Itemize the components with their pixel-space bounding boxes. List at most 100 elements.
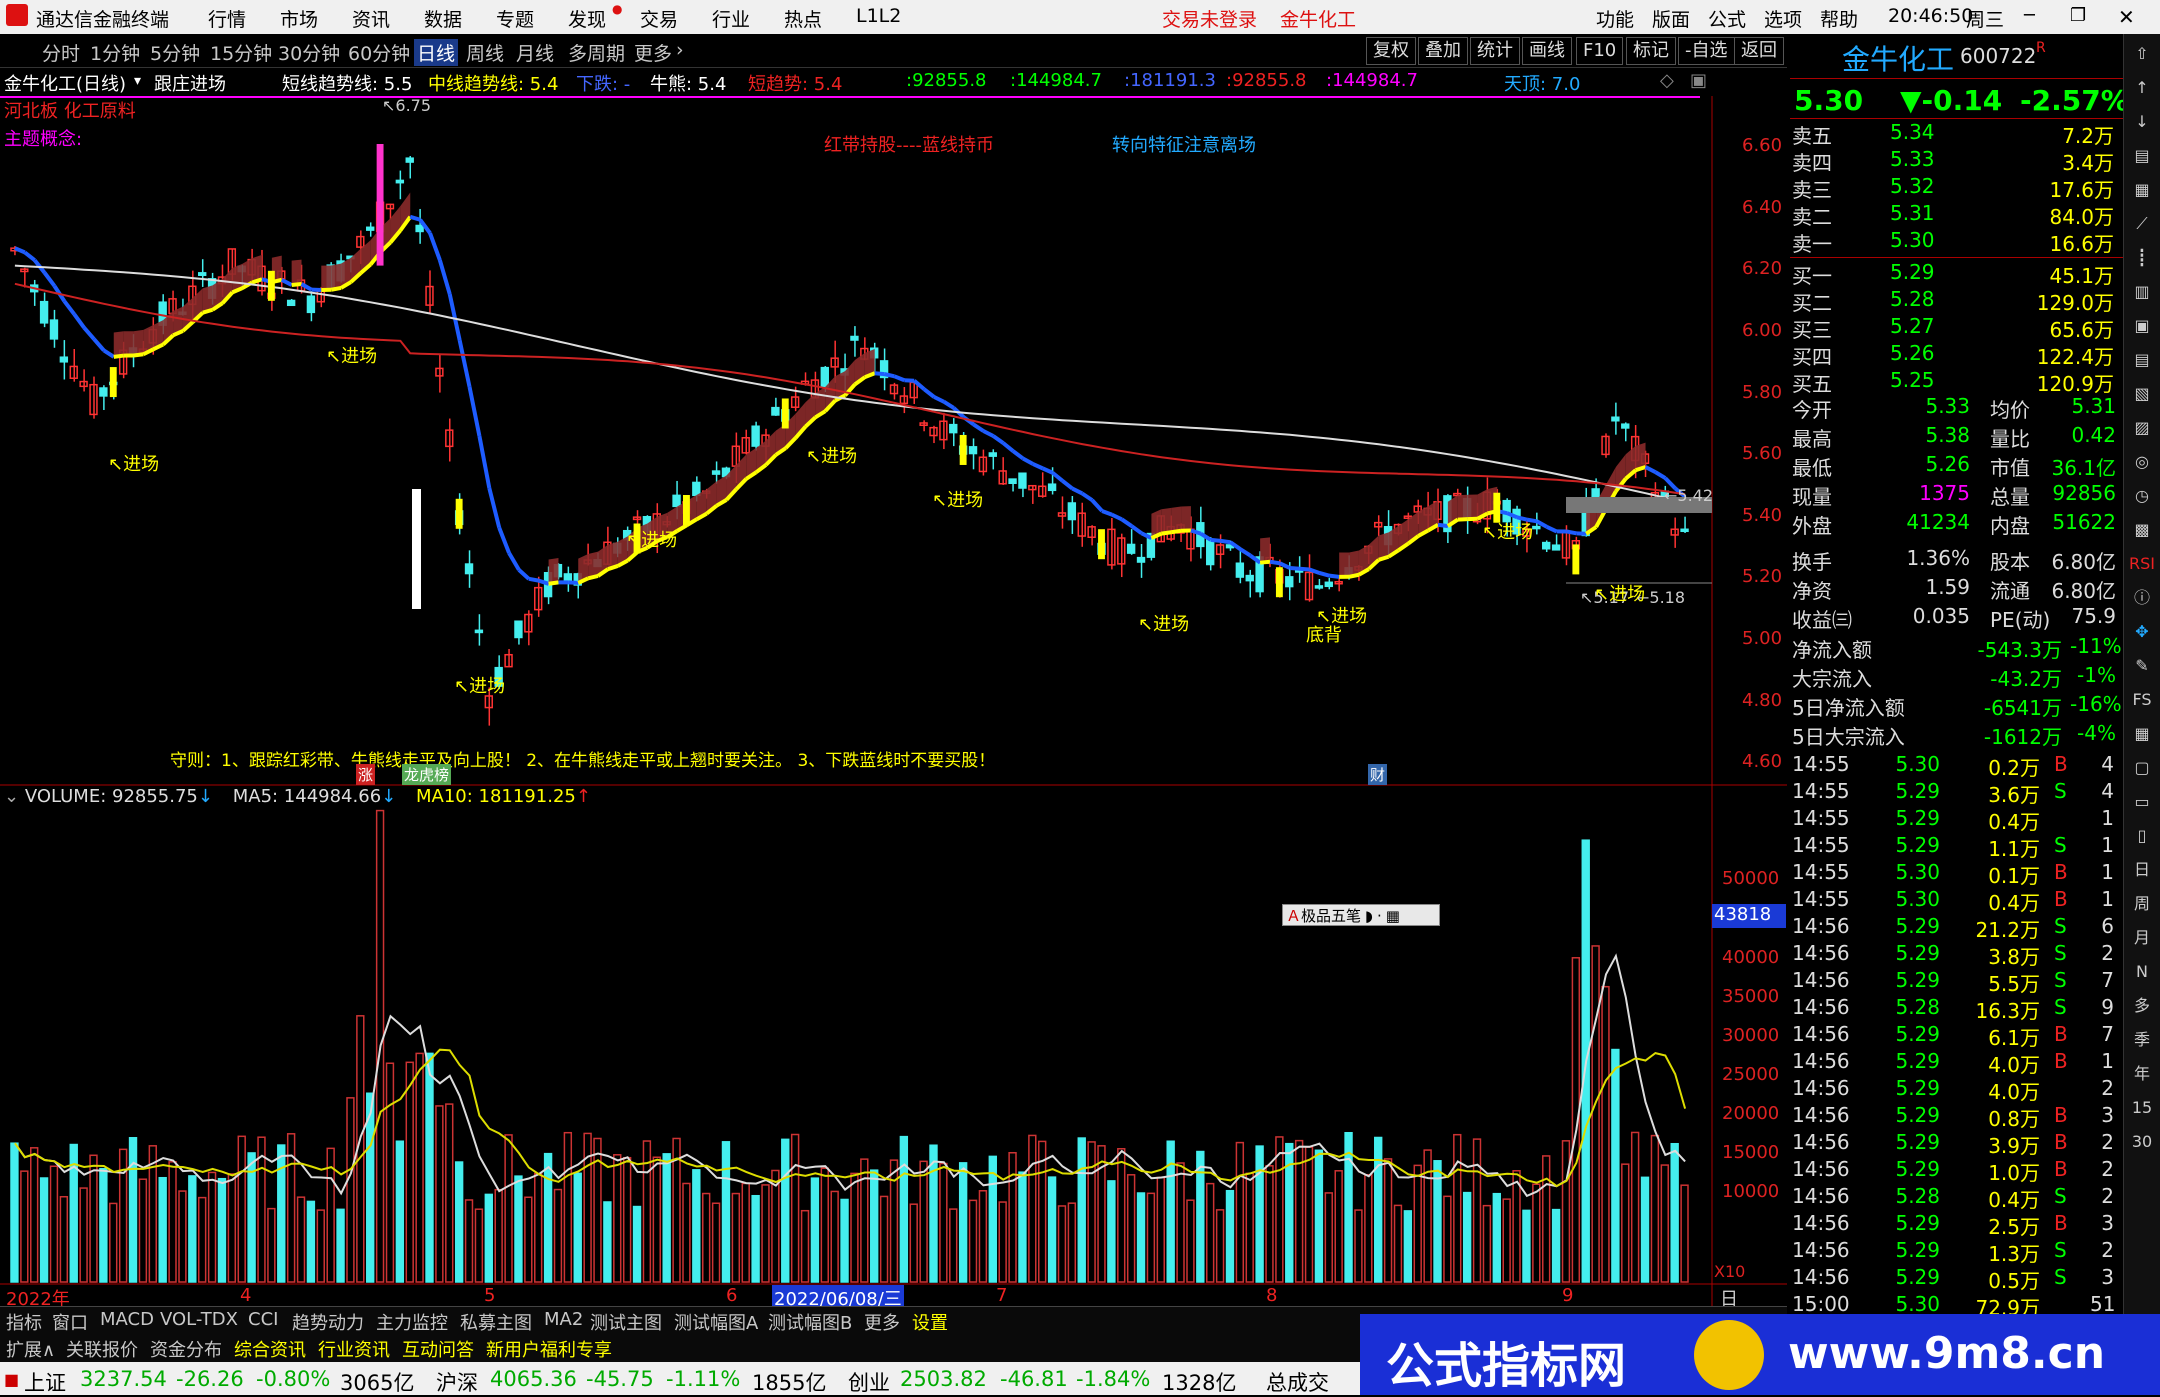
menu-gongneng[interactable]: 功能 <box>1596 5 1634 32</box>
biaoji-button[interactable]: 标记 <box>1626 37 1676 65</box>
tab-chuangkou[interactable]: 窗口 <box>52 1309 88 1335</box>
fanhui-button[interactable]: 返回 <box>1734 37 1784 65</box>
money-icon[interactable]: ◎ <box>2128 448 2156 476</box>
tab-trend-power[interactable]: 趋势动力 <box>292 1309 364 1335</box>
zhang-tag[interactable]: 涨 <box>356 764 375 785</box>
chart-icon[interactable]: ⟋ <box>2128 210 2156 238</box>
menu-gongshi[interactable]: 公式 <box>1708 5 1746 32</box>
minimize-icon[interactable]: ─ <box>2024 5 2035 26</box>
huaxian-button[interactable]: 画线 <box>1522 37 1572 65</box>
tab-cci[interactable]: CCI <box>248 1309 278 1330</box>
chevron-right-icon[interactable]: › <box>676 39 684 61</box>
menu-hangye[interactable]: 行业 <box>712 5 750 32</box>
tab-test-sub-b[interactable]: 测试幅图B <box>768 1309 852 1335</box>
layout-icon[interactable]: ▦ <box>2128 720 2156 748</box>
period-day[interactable]: 日 <box>2128 856 2156 884</box>
fuquan-button[interactable]: 复权 <box>1366 37 1416 65</box>
doc-icon[interactable]: ▤ <box>2128 346 2156 374</box>
data-icon[interactable]: ▨ <box>2128 414 2156 442</box>
menu-shuju[interactable]: 数据 <box>424 5 462 32</box>
menu-hangqing[interactable]: 行情 <box>208 5 246 32</box>
grid-icon[interactable]: ▦ <box>2128 176 2156 204</box>
tab-more[interactable]: 更多 <box>864 1309 900 1335</box>
close-box-icon[interactable]: ▣ <box>1690 70 1707 91</box>
cai-tag[interactable]: 财 <box>1368 764 1387 785</box>
tab-industry-news[interactable]: 行业资讯 <box>318 1336 390 1362</box>
tab-private-chart[interactable]: 私募主图 <box>460 1309 532 1335</box>
menu-jiaoyi[interactable]: 交易 <box>640 5 678 32</box>
period-n[interactable]: N <box>2128 958 2156 986</box>
period-daily[interactable]: 日线 <box>414 39 458 66</box>
tab-macd[interactable]: MACD <box>100 1309 154 1330</box>
kline-icon[interactable]: ┋ <box>2128 244 2156 272</box>
tab-zhibiao[interactable]: 指标 <box>6 1309 42 1335</box>
calc-icon[interactable]: ▩ <box>2128 516 2156 544</box>
tab-new-user[interactable]: 新用户福利专享 <box>486 1336 612 1362</box>
period-60min[interactable]: 60分钟 <box>348 39 410 66</box>
zixuan-button[interactable]: -自选 <box>1678 37 1735 65</box>
tab-ma2[interactable]: MA2 <box>544 1309 583 1330</box>
formula-name[interactable]: 跟庄进场 <box>154 70 226 96</box>
longhu-tag[interactable]: 龙虎榜 <box>402 764 451 785</box>
move-icon[interactable]: ✥ <box>2128 618 2156 646</box>
fin-icon[interactable]: ▣ <box>2128 312 2156 340</box>
diejia-button[interactable]: 叠加 <box>1418 37 1468 65</box>
pen-icon[interactable]: ✎ <box>2128 652 2156 680</box>
tab-settings[interactable]: 设置 <box>912 1309 948 1335</box>
period-15min[interactable]: 15分钟 <box>210 39 272 66</box>
tab-expand[interactable]: 扩展∧ <box>6 1336 55 1362</box>
period-monthly[interactable]: 月线 <box>516 39 554 66</box>
menu-xuanxiang[interactable]: 选项 <box>1764 5 1802 32</box>
side-icon[interactable]: ▯ <box>2128 822 2156 850</box>
tab-news[interactable]: 综合资讯 <box>234 1336 306 1362</box>
down-icon[interactable]: ↓ <box>2128 108 2156 136</box>
period-more[interactable]: 更多 <box>634 39 672 66</box>
fs-icon[interactable]: FS <box>2128 686 2156 714</box>
period-15[interactable]: 15 <box>2128 1094 2156 1122</box>
f10-button[interactable]: F10 <box>1576 37 1623 65</box>
up-icon[interactable]: ↑ <box>2128 74 2156 102</box>
tab-main-monitor[interactable]: 主力监控 <box>376 1309 448 1335</box>
menu-shichang[interactable]: 市场 <box>280 5 318 32</box>
tongji-button[interactable]: 统计 <box>1470 37 1520 65</box>
table-icon[interactable]: ▥ <box>2128 278 2156 306</box>
period-fenshi[interactable]: 分时 <box>42 39 80 66</box>
kline-chart[interactable] <box>0 96 1787 1306</box>
menu-faxian[interactable]: 发现 <box>568 5 606 32</box>
list-icon[interactable]: ▤ <box>2128 142 2156 170</box>
period-year[interactable]: 年 <box>2128 1060 2156 1088</box>
tab-vol-tdx[interactable]: VOL-TDX <box>160 1309 238 1330</box>
rsi-icon[interactable]: RSI <box>2128 550 2156 578</box>
up-arrow-icon[interactable]: ⇧ <box>2128 40 2156 68</box>
tab-test-main[interactable]: 测试主图 <box>590 1309 662 1335</box>
ime-widget[interactable]: Ａ极品五笔◗·▦ <box>1282 904 1440 926</box>
menu-zhuanti[interactable]: 专题 <box>496 5 534 32</box>
news-icon[interactable]: ▧ <box>2128 380 2156 408</box>
tab-test-sub-a[interactable]: 测试幅图A <box>674 1309 758 1335</box>
menu-banmian[interactable]: 版面 <box>1652 5 1690 32</box>
close-icon[interactable]: ✕ <box>2118 5 2135 29</box>
clock-icon[interactable]: ◷ <box>2128 482 2156 510</box>
period-season[interactable]: 季 <box>2128 1026 2156 1054</box>
tab-fund-dist[interactable]: 资金分布 <box>150 1336 222 1362</box>
cy-label[interactable]: 创业 <box>848 1367 890 1397</box>
period-month[interactable]: 月 <box>2128 924 2156 952</box>
menu-zixun[interactable]: 资讯 <box>352 5 390 32</box>
hs-label[interactable]: 沪深 <box>436 1367 478 1397</box>
tab-related[interactable]: 关联报价 <box>66 1336 138 1362</box>
sh-label[interactable]: 上证 <box>24 1367 66 1397</box>
window-icon[interactable]: ▢ <box>2128 754 2156 782</box>
period-week[interactable]: 周 <box>2128 890 2156 918</box>
dropdown-icon[interactable]: ⌄ <box>4 786 19 807</box>
menu-redian[interactable]: 热点 <box>784 5 822 32</box>
login-status[interactable]: 交易未登录 <box>1162 5 1257 32</box>
frame-icon[interactable]: ▭ <box>2128 788 2156 816</box>
period-multi[interactable]: 多周期 <box>568 39 625 66</box>
restore-icon[interactable]: ❐ <box>2070 5 2086 26</box>
menu-l1l2[interactable]: L1L2 <box>856 5 901 27</box>
diamond-icon[interactable]: ◇ <box>1660 70 1674 91</box>
period-multi[interactable]: 多 <box>2128 992 2156 1020</box>
menu-bangzhu[interactable]: 帮助 <box>1820 5 1858 32</box>
period-5min[interactable]: 5分钟 <box>150 39 200 66</box>
period-30min[interactable]: 30分钟 <box>278 39 340 66</box>
